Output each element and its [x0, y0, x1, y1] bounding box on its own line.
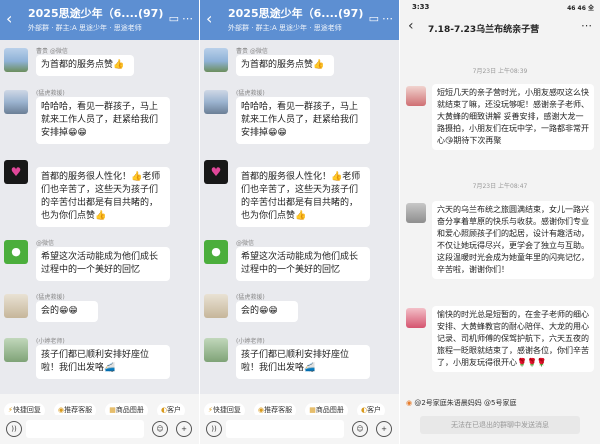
message-list: 曹贵 @微信 为首都的服务点赞👍 (猛虎救援) 哈哈哈，看见一群孩子，马上就来工… [0, 40, 199, 394]
avatar[interactable] [4, 90, 28, 114]
timestamp: 7月23日 上午08:39 [472, 68, 528, 75]
avatar[interactable] [406, 203, 426, 223]
message-bubble[interactable]: 为首都的服务点赞👍 [236, 55, 334, 76]
signal-icon: 46 46 全 [567, 5, 594, 12]
chat-subtitle: 外部群 · 群主:A 思途少年 · 思途老师 [228, 24, 342, 32]
chat-window-left: ‹ 2025思途少年（6....(97) 外部群 · 群主:A 思途少年 · 思… [0, 0, 200, 444]
avatar[interactable] [406, 308, 426, 328]
status-bar: 3:33 46 46 全 [400, 0, 600, 16]
plus-icon[interactable]: + [176, 421, 192, 437]
message-bubble[interactable]: 希望这次活动能成为他们成长过程中的一个美好的回忆 [236, 247, 370, 281]
avatar[interactable] [4, 338, 28, 362]
chat-header: ‹ 2025思途少年（6....(97) 外部群 · 群主:A 思途少年 · 思… [0, 0, 199, 40]
message-input[interactable] [226, 420, 344, 438]
album-icon: ▦ [109, 406, 116, 414]
message-bubble[interactable]: 孩子们都已顺利安排好座位啦！我们出发咯🚄 [36, 345, 170, 379]
message-list: 曹贵 @微信 为首都的服务点赞👍 (猛虎救援) 哈哈哈，看见一群孩子，马上就来工… [200, 40, 399, 394]
customer-button[interactable]: ◐客户 [156, 403, 186, 415]
message-bubble[interactable]: 首都的服务很人性化！👍老师们也辛苦了，这些天为孩子们的辛苦付出都是有目共睹的，也… [36, 167, 170, 227]
quick-reply-button[interactable]: ⚡快捷回复 [204, 403, 245, 415]
quick-actions: ⚡快捷回复 ◉推荐客服 ▦商品图册 ◐客户 [0, 397, 199, 415]
chat-window-middle: ‹ 2025思途少年（6....(97) 外部群 · 群主:A 思途少年 · 思… [200, 0, 400, 444]
quick-reply-button[interactable]: ⚡快捷回复 [4, 403, 45, 415]
message-bubble[interactable]: 会的😁😁 [236, 301, 298, 322]
mention-line: ◉ @2号家庭朱语晨妈妈 @5号家庭 [406, 399, 517, 407]
customer-button[interactable]: ◐客户 [356, 403, 386, 415]
voice-icon[interactable]: )) [206, 421, 222, 437]
mention-icon: ◉ [406, 399, 413, 407]
message-bubble[interactable]: 首都的服务很人性化！👍老师们也辛苦了，这些天为孩子们的辛苦付出都是有目共睹的，也… [236, 167, 370, 227]
disabled-input: 无法在已退出的群聊中发送消息 [420, 416, 580, 434]
quick-actions: ⚡快捷回复 ◉推荐客服 ▦商品图册 ◐客户 [200, 397, 399, 415]
chat-footer: ⚡快捷回复 ◉推荐客服 ▦商品图册 ◐客户 )) ☺ + [0, 394, 199, 444]
recommend-service-button[interactable]: ◉推荐客服 [54, 403, 97, 415]
avatar[interactable] [204, 90, 228, 114]
message-bubble[interactable]: 为首都的服务点赞👍 [36, 55, 134, 76]
back-arrow-icon[interactable]: ‹ [6, 11, 12, 27]
more-icon[interactable]: ⋯ [382, 12, 393, 25]
avatar[interactable] [4, 48, 28, 72]
avatar[interactable]: ● [204, 240, 228, 264]
back-arrow-icon[interactable]: ‹ [408, 18, 414, 34]
input-row: )) ☺ + [0, 418, 199, 442]
back-arrow-icon[interactable]: ‹ [206, 11, 212, 27]
voice-icon[interactable]: )) [6, 421, 22, 437]
message-list: 7月23日 上午08:39 短短几天的亲子营时光，小朋友感叹这么快就结束了嘛，还… [400, 38, 600, 394]
chat-header: ‹ 7.18-7.23乌兰布统亲子营 ⋯ [400, 16, 600, 38]
message-bubble[interactable]: 愉快的时光总是短暂的，在金子老师的细心安排、大黄蜂教官的耐心陪伴、大龙的用心记录… [432, 306, 594, 372]
chat-title: 2025思途少年（6....(97) [28, 7, 164, 20]
chat-subtitle: 外部群 · 群主:A 思途少年 · 思途老师 [28, 24, 142, 32]
message-bubble[interactable]: 孩子们都已顺利安排好座位啦！我们出发咯🚄 [236, 345, 370, 379]
avatar[interactable] [204, 294, 228, 318]
emoji-icon[interactable]: ☺ [152, 421, 168, 437]
message-bubble[interactable]: 哈哈哈，看见一群孩子，马上就来工作人员了，赶紧给我们安排掉😁😁 [236, 97, 370, 144]
chat-footer: ⚡快捷回复 ◉推荐客服 ▦商品图册 ◐客户 )) ☺ + [200, 394, 399, 444]
chat-title: 7.18-7.23乌兰布统亲子营 [428, 25, 540, 35]
input-row: )) ☺ + [200, 418, 399, 442]
chat-title: 2025思途少年（6....(97) [228, 7, 364, 20]
clock: 3:33 [412, 3, 430, 11]
message-input[interactable] [26, 420, 144, 438]
album-icon: ▦ [309, 406, 316, 414]
more-icon[interactable]: ⋯ [182, 12, 193, 25]
message-bubble[interactable]: 会的😁😁 [36, 301, 98, 322]
chat-footer: ◉ @2号家庭朱语晨妈妈 @5号家庭 无法在已退出的群聊中发送消息 [400, 394, 600, 444]
avatar[interactable] [4, 294, 28, 318]
video-call-icon[interactable]: ▭ [169, 12, 179, 25]
plus-icon[interactable]: + [376, 421, 392, 437]
emoji-icon[interactable]: ☺ [352, 421, 368, 437]
product-album-button[interactable]: ▦商品图册 [105, 403, 148, 415]
product-album-button[interactable]: ▦商品图册 [305, 403, 348, 415]
avatar[interactable] [204, 338, 228, 362]
message-bubble[interactable]: 六天的乌兰布统之旅圆满结束，女儿一路兴奋分享着草原的快乐与收获。感谢你们专业和爱… [432, 201, 594, 279]
timestamp: 7月23日 上午08:47 [472, 183, 528, 190]
recommend-service-button[interactable]: ◉推荐客服 [254, 403, 297, 415]
message-bubble[interactable]: 哈哈哈，看见一群孩子，马上就来工作人员了，赶紧给我们安排掉😁😁 [36, 97, 170, 144]
avatar[interactable]: ● [4, 240, 28, 264]
chat-window-right: 3:33 46 46 全 ‹ 7.18-7.23乌兰布统亲子营 ⋯ 7月23日 … [400, 0, 600, 444]
avatar[interactable]: ♥ [4, 160, 28, 184]
chat-header: ‹ 2025思途少年（6....(97) 外部群 · 群主:A 思途少年 · 思… [200, 0, 399, 40]
avatar[interactable]: ♥ [204, 160, 228, 184]
video-call-icon[interactable]: ▭ [369, 12, 379, 25]
avatar[interactable] [406, 86, 426, 106]
avatar[interactable] [204, 48, 228, 72]
message-bubble[interactable]: 希望这次活动能成为他们成长过程中的一个美好的回忆 [36, 247, 170, 281]
message-bubble[interactable]: 短短几天的亲子营时光，小朋友感叹这么快就结束了嘛，还没玩够呢！感谢亲子老师、大黄… [432, 84, 594, 150]
more-icon[interactable]: ⋯ [581, 19, 592, 32]
